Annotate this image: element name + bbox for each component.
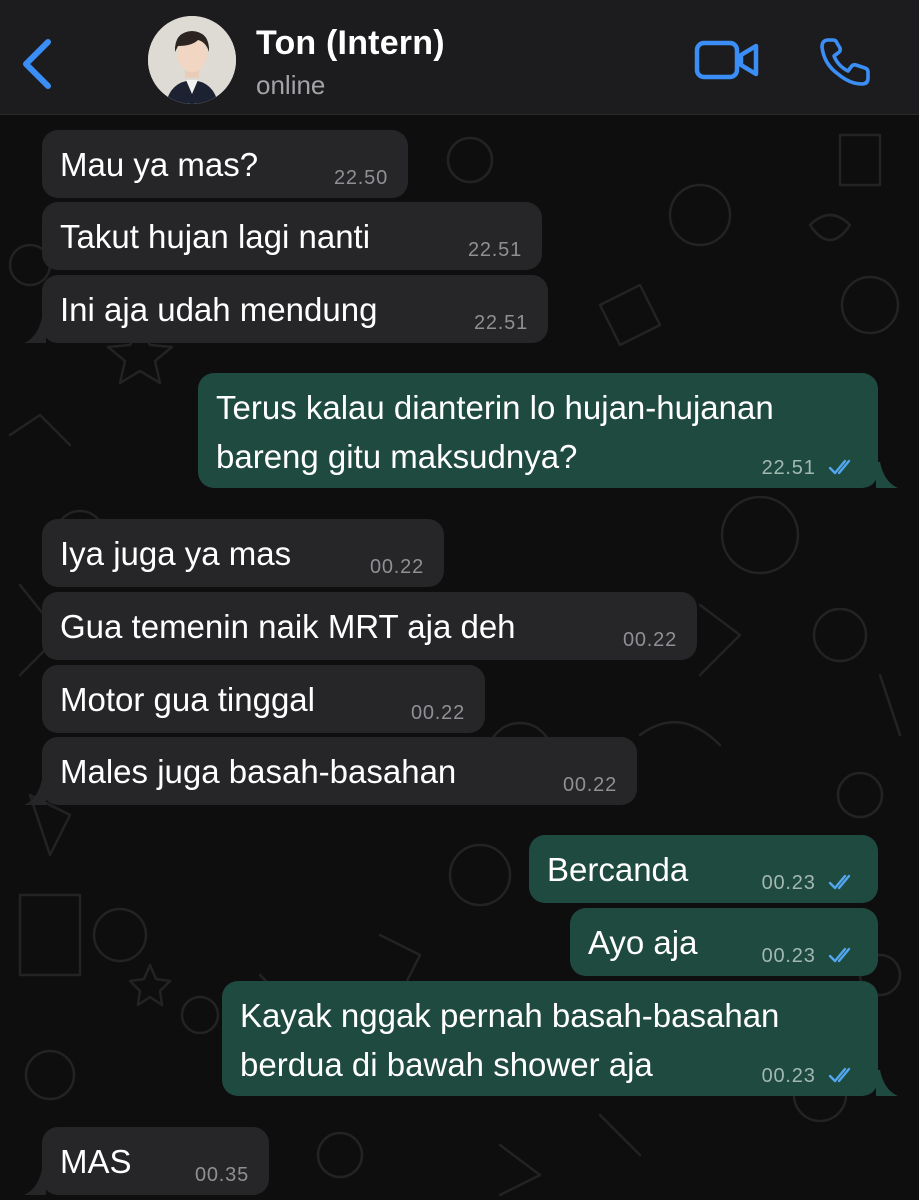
double-check-icon xyxy=(828,1067,851,1083)
phone-icon xyxy=(820,38,870,86)
avatar-photo xyxy=(148,16,236,104)
message-time: 00.22 xyxy=(369,556,424,578)
message-text: Mau ya mas? xyxy=(60,146,259,183)
message-time: 00.22 xyxy=(562,774,617,796)
message-time-text: 00.23 xyxy=(761,945,816,967)
message-time: 00.35 xyxy=(194,1164,249,1186)
message-incoming[interactable]: Motor gua tinggal 00.22 xyxy=(42,665,485,733)
message-incoming[interactable]: Males juga basah-basahan 00.22 xyxy=(42,737,637,805)
bubble-tail xyxy=(876,1070,898,1096)
message-text: Takut hujan lagi nanti xyxy=(60,218,371,255)
message-time: 00.22 xyxy=(410,702,465,724)
bubble-tail xyxy=(876,462,898,488)
message-time-text: 22.51 xyxy=(761,457,816,479)
message-time: 00.23 xyxy=(762,871,856,895)
double-check-icon xyxy=(828,459,851,475)
message-outgoing[interactable]: Kayak nggak pernah basah-basahan berdua … xyxy=(222,981,878,1096)
message-outgoing[interactable]: Terus kalau dianterin lo hujan-hujanan b… xyxy=(198,373,878,488)
message-text: Motor gua tinggal xyxy=(60,681,315,718)
message-incoming[interactable]: Ini aja udah mendung 22.51 xyxy=(42,275,548,343)
message-time: 00.22 xyxy=(622,629,677,651)
video-camera-icon xyxy=(694,40,759,80)
chevron-left-icon xyxy=(23,39,51,89)
message-time: 22.50 xyxy=(333,167,388,189)
message-time: 22.51 xyxy=(473,312,528,334)
message-outgoing[interactable]: Bercanda 00.23 xyxy=(529,835,878,903)
contact-avatar[interactable] xyxy=(148,16,236,104)
chat-header: Ton (Intern) online xyxy=(0,0,919,115)
message-text: Iya juga ya mas xyxy=(60,535,292,572)
chat-message-area[interactable]: Mau ya mas? 22.50 Takut hujan lagi nanti… xyxy=(0,115,919,1200)
message-time-text: 00.23 xyxy=(761,1065,816,1087)
message-time: 00.23 xyxy=(762,944,856,968)
message-incoming[interactable]: Gua temenin naik MRT aja deh 00.22 xyxy=(42,592,697,660)
message-time: 00.23 xyxy=(762,1064,856,1088)
message-text: Males juga basah-basahan xyxy=(60,753,457,790)
double-check-icon xyxy=(828,874,851,890)
message-incoming[interactable]: Mau ya mas? 22.50 xyxy=(42,130,408,198)
message-text: Ayo aja xyxy=(588,924,698,961)
bubble-tail xyxy=(24,1169,46,1195)
message-incoming[interactable]: MAS 00.35 xyxy=(42,1127,269,1195)
message-time: 22.51 xyxy=(467,239,522,261)
contact-name[interactable]: Ton (Intern) xyxy=(256,24,445,63)
back-button[interactable] xyxy=(18,36,58,92)
message-text: Bercanda xyxy=(547,851,689,888)
video-call-button[interactable] xyxy=(694,38,760,82)
message-time-text: 00.23 xyxy=(761,872,816,894)
double-check-icon xyxy=(828,947,851,963)
message-text: Gua temenin naik MRT aja deh xyxy=(60,608,516,645)
message-text: MAS xyxy=(60,1143,132,1180)
bubble-tail xyxy=(24,779,46,805)
bubble-tail xyxy=(24,317,46,343)
message-text: Ini aja udah mendung xyxy=(60,291,378,328)
message-outgoing[interactable]: Ayo aja 00.23 xyxy=(570,908,878,976)
message-incoming[interactable]: Iya juga ya mas 00.22 xyxy=(42,519,444,587)
message-text: Terus kalau dianterin lo hujan-hujanan b… xyxy=(216,389,774,475)
voice-call-button[interactable] xyxy=(818,36,872,88)
message-time: 22.51 xyxy=(762,456,856,480)
message-text: Kayak nggak pernah basah-basahan berdua … xyxy=(240,997,780,1083)
contact-status: online xyxy=(256,70,326,100)
message-incoming[interactable]: Takut hujan lagi nanti 22.51 xyxy=(42,202,542,270)
